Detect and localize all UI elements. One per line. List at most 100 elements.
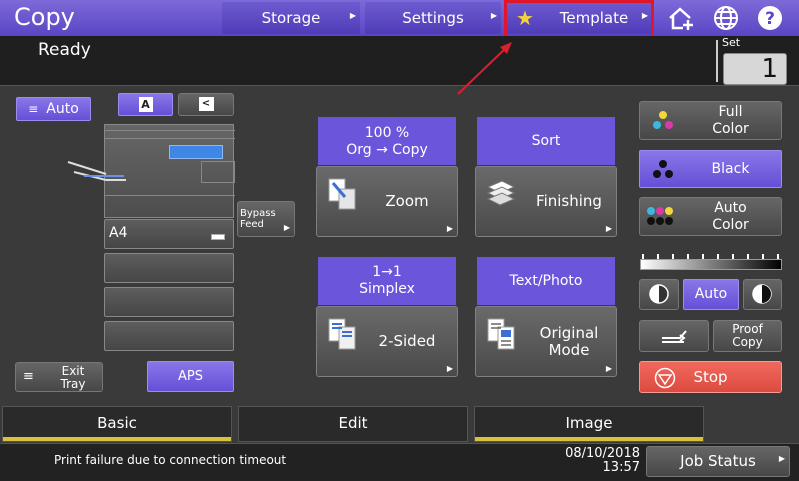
- set-count[interactable]: 1: [723, 53, 787, 85]
- aps-button[interactable]: APS: [147, 361, 234, 392]
- density-ticks: [640, 247, 782, 262]
- paper-tray-1[interactable]: A4: [104, 219, 234, 249]
- full-color-icon: [653, 111, 673, 129]
- storage-button[interactable]: Storage ▶: [222, 2, 360, 34]
- portrait-a-icon: A: [138, 97, 153, 112]
- status-text: Ready: [38, 40, 91, 60]
- original-mode-status-header[interactable]: Text/Photo: [477, 257, 615, 305]
- tab-active-indicator: [3, 437, 231, 441]
- exit-tray-icon: ≡: [23, 369, 34, 384]
- corner-triangle-icon: ▶: [283, 223, 290, 232]
- footer-time: 13:57: [602, 460, 640, 475]
- full-color-button[interactable]: Full Color: [639, 101, 782, 140]
- aps-label: APS: [178, 369, 203, 384]
- black-label: Black: [711, 161, 750, 177]
- zoom-org-copy: Org → Copy: [346, 142, 428, 158]
- finishing-stack-icon: [486, 180, 516, 206]
- set-divider: [716, 40, 718, 82]
- tray-size: A4: [109, 225, 128, 241]
- tray-paper-icon: [211, 234, 225, 240]
- home-add-icon[interactable]: [667, 4, 695, 32]
- tab-indicator: [475, 437, 703, 441]
- auto-color-label-line1: Auto: [714, 200, 747, 216]
- original-mode-button[interactable]: Original Mode ▶: [475, 306, 617, 377]
- zoom-button[interactable]: Zoom ▶: [316, 166, 458, 237]
- corner-triangle-icon: ▶: [490, 11, 497, 20]
- tab-basic[interactable]: Basic: [2, 406, 232, 442]
- job-status-label: Job Status: [680, 452, 756, 470]
- zoom-ratio: 100 %: [364, 125, 410, 141]
- zoom-status-header[interactable]: 100 % Org → Copy: [318, 117, 456, 165]
- footer-message: Print failure due to connection timeout: [54, 453, 287, 467]
- original-mode-icon: [487, 318, 515, 350]
- tab-edit[interactable]: Edit: [238, 406, 468, 442]
- proof-copy-button[interactable]: Proof Copy: [713, 320, 782, 352]
- orientation-landscape-button[interactable]: <: [178, 93, 234, 116]
- stop-button[interactable]: Stop: [639, 361, 782, 393]
- corner-triangle-icon: ▶: [446, 364, 453, 373]
- tab-image[interactable]: Image: [474, 406, 704, 442]
- interrupt-icon: [662, 330, 687, 343]
- set-label: Set: [722, 36, 741, 49]
- original-auto-button[interactable]: ≡ Auto: [16, 97, 91, 121]
- stop-icon: [654, 367, 676, 389]
- exit-tray-button[interactable]: ≡ Exit Tray: [15, 362, 103, 392]
- auto-color-button[interactable]: Auto Color: [639, 197, 782, 236]
- darker-half-icon: [752, 284, 772, 304]
- full-label-line2: Color: [712, 121, 749, 137]
- proof-label-line2: Copy: [732, 335, 763, 349]
- bypass-feed-button[interactable]: Bypass Feed ▶: [237, 201, 295, 237]
- auto-color-icon: [647, 207, 673, 225]
- paper-tray-3[interactable]: [104, 287, 234, 317]
- original-mode-label: Original Mode: [524, 325, 614, 359]
- corner-triangle-icon: ▶: [446, 224, 453, 233]
- landscape-icon: <: [198, 97, 214, 111]
- zoom-icon: [328, 178, 356, 210]
- full-label-line1: Full: [718, 104, 743, 120]
- black-button[interactable]: Black: [639, 150, 782, 188]
- two-sided-icon: [328, 318, 356, 350]
- status-area: [0, 36, 799, 86]
- stop-label: Stop: [693, 368, 728, 386]
- orientation-portrait-button[interactable]: A: [118, 93, 173, 116]
- density-darker-button[interactable]: [743, 279, 782, 310]
- density-lighter-button[interactable]: [639, 279, 679, 310]
- interrupt-button[interactable]: [639, 320, 709, 352]
- text-photo-label: Text/Photo: [509, 273, 583, 289]
- tab-edit-label: Edit: [338, 414, 368, 432]
- auto-color-label-line2: Color: [712, 217, 749, 233]
- corner-triangle-icon: ▶: [778, 454, 785, 463]
- storage-label: Storage: [261, 9, 321, 27]
- paper-output-icon: [67, 161, 126, 181]
- black-toner-icon: [653, 160, 673, 178]
- template-highlight-box: [504, 0, 654, 38]
- globe-icon[interactable]: [712, 4, 740, 32]
- sort-status-header[interactable]: Sort: [477, 117, 615, 165]
- paper-tray-4[interactable]: [104, 321, 234, 351]
- corner-triangle-icon: ▶: [605, 224, 612, 233]
- paper-tray-2[interactable]: [104, 253, 234, 283]
- settings-button[interactable]: Settings ▶: [365, 2, 501, 34]
- exit-label-line2: Tray: [60, 377, 86, 391]
- date-time: 08/10/2018 13:57: [540, 447, 640, 475]
- stack-icon: ≡: [28, 102, 39, 116]
- simplex-ratio: 1→1: [372, 264, 402, 280]
- svg-text:?: ?: [765, 9, 775, 29]
- copy-screen: Copy Storage ▶ Settings ▶ ★ Template ▶ ?: [0, 0, 799, 481]
- two-sided-button[interactable]: 2-Sided ▶: [316, 306, 458, 377]
- zoom-label: Zoom: [385, 192, 429, 210]
- finishing-label: Finishing: [536, 192, 602, 210]
- tab-image-label: Image: [565, 414, 613, 432]
- simplex-status-header[interactable]: 1→1 Simplex: [318, 257, 456, 305]
- job-status-button[interactable]: Job Status ▶: [646, 446, 790, 477]
- corner-triangle-icon: ▶: [349, 11, 356, 20]
- sort-label: Sort: [531, 133, 561, 149]
- density-auto-button[interactable]: Auto: [683, 279, 739, 310]
- original-label-line2: Mode: [548, 341, 590, 359]
- help-icon[interactable]: ?: [756, 4, 784, 32]
- lighter-half-icon: [649, 284, 669, 304]
- footer-date: 08/10/2018: [565, 446, 640, 461]
- annotation-arrow-icon: [457, 42, 512, 95]
- finishing-button[interactable]: Finishing ▶: [475, 166, 617, 237]
- tab-basic-label: Basic: [97, 414, 137, 432]
